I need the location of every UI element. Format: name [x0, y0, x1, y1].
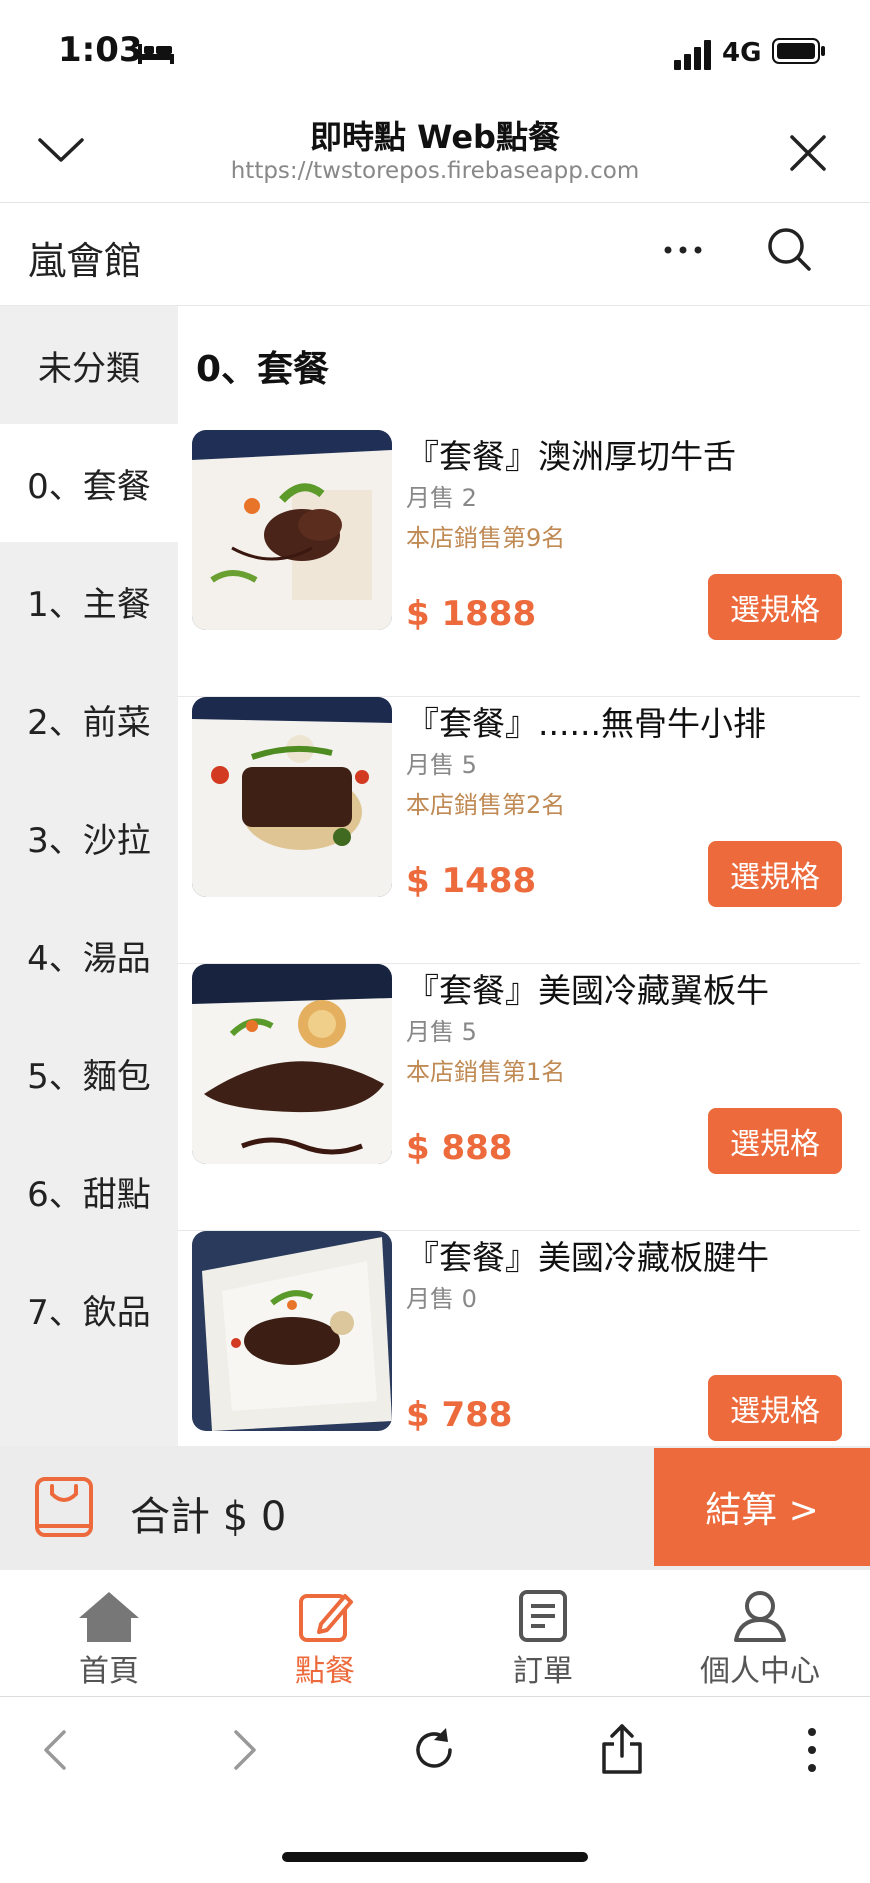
page-title: 即時點 Web點餐 — [310, 118, 560, 156]
category-bread[interactable]: 5、麵包 — [0, 1014, 178, 1132]
item-price: $ 1888 — [406, 594, 537, 634]
back-icon[interactable] — [40, 1728, 70, 1772]
dish-photo — [192, 430, 392, 630]
item-price: $ 1488 — [406, 861, 537, 901]
sleep-mode-icon — [138, 44, 174, 64]
tab-order-food[interactable]: 點餐 — [225, 1588, 425, 1690]
select-spec-button[interactable]: 選規格 — [708, 1108, 842, 1174]
dish-photo — [192, 964, 392, 1164]
status-time: 1:03 — [58, 30, 143, 70]
category-soup[interactable]: 4、湯品 — [0, 896, 178, 1014]
category-uncategorized[interactable]: 未分類 — [0, 306, 178, 424]
item-monthly-sales: 月售 5 — [406, 1018, 477, 1046]
category-appetizer[interactable]: 2、前菜 — [0, 660, 178, 778]
category-main-course[interactable]: 1、主餐 — [0, 542, 178, 660]
item-monthly-sales: 月售 0 — [406, 1285, 477, 1313]
item-name: 『套餐』美國冷藏板腱牛 — [406, 1238, 769, 1277]
tab-label: 點餐 — [295, 1654, 355, 1689]
page-url: https://twstorepos.firebaseapp.com — [230, 158, 640, 184]
select-spec-button[interactable]: 選規格 — [708, 1375, 842, 1441]
forward-icon[interactable] — [230, 1728, 260, 1772]
reload-icon[interactable] — [410, 1726, 458, 1774]
item-price: $ 888 — [406, 1128, 513, 1168]
checkout-button[interactable]: 結算 > — [654, 1448, 870, 1566]
battery-icon — [772, 38, 825, 64]
item-sales-rank: 本店銷售第2名 — [406, 791, 566, 819]
category-salad[interactable]: 3、沙拉 — [0, 778, 178, 896]
dish-photo — [192, 697, 392, 897]
item-name: 『套餐』澳洲厚切牛舌 — [406, 437, 736, 476]
section-title: 0、套餐 — [196, 349, 330, 390]
menu-item: 『套餐』......無骨牛小排 月售 5 本店銷售第2名 $ 1488 選規格 — [178, 697, 860, 964]
home-indicator — [282, 1852, 588, 1862]
tab-home[interactable]: 首頁 — [9, 1588, 209, 1690]
shop-name: 嵐會館 — [28, 239, 143, 283]
cart-total: 合計 $ 0 — [130, 1494, 287, 1540]
tab-profile[interactable]: 個人中心 — [660, 1588, 860, 1690]
item-monthly-sales: 月售 2 — [406, 484, 477, 512]
close-icon[interactable] — [788, 133, 828, 173]
category-set-meal[interactable]: 0、套餐 — [0, 424, 178, 542]
select-spec-button[interactable]: 選規格 — [708, 841, 842, 907]
tab-label: 訂單 — [513, 1654, 573, 1689]
home-icon — [79, 1592, 139, 1642]
search-icon[interactable] — [766, 226, 812, 272]
tab-label: 首頁 — [79, 1654, 139, 1689]
menu-item: 『套餐』美國冷藏翼板牛 月售 5 本店銷售第1名 $ 888 選規格 — [178, 964, 860, 1231]
category-drinks[interactable]: 7、飲品 — [0, 1250, 178, 1368]
share-icon[interactable] — [600, 1722, 644, 1776]
more-icon[interactable] — [660, 240, 706, 260]
more-vertical-icon[interactable] — [802, 1726, 822, 1774]
edit-icon — [299, 1594, 353, 1642]
network-type: 4G — [722, 38, 762, 68]
category-sidebar: 未分類 0、套餐 1、主餐 2、前菜 3、沙拉 4、湯品 5、麵包 6、甜點 7… — [0, 306, 178, 1446]
tab-label: 個人中心 — [700, 1654, 820, 1689]
tab-orders[interactable]: 訂單 — [443, 1588, 643, 1690]
select-spec-button[interactable]: 選規格 — [708, 574, 842, 640]
item-name: 『套餐』美國冷藏翼板牛 — [406, 971, 769, 1010]
item-sales-rank: 本店銷售第1名 — [406, 1058, 566, 1086]
menu-item: 『套餐』澳洲厚切牛舌 月售 2 本店銷售第9名 $ 1888 選規格 — [178, 430, 860, 697]
item-name: 『套餐』......無骨牛小排 — [406, 704, 766, 743]
user-icon — [734, 1591, 786, 1642]
item-price: $ 788 — [406, 1395, 513, 1435]
shopping-bag-icon[interactable] — [34, 1476, 94, 1538]
item-sales-rank: 本店銷售第9名 — [406, 524, 566, 552]
document-icon — [519, 1590, 567, 1642]
category-dessert[interactable]: 6、甜點 — [0, 1132, 178, 1250]
item-monthly-sales: 月售 5 — [406, 751, 477, 779]
dish-photo — [192, 1231, 392, 1431]
signal-icon — [674, 40, 711, 70]
